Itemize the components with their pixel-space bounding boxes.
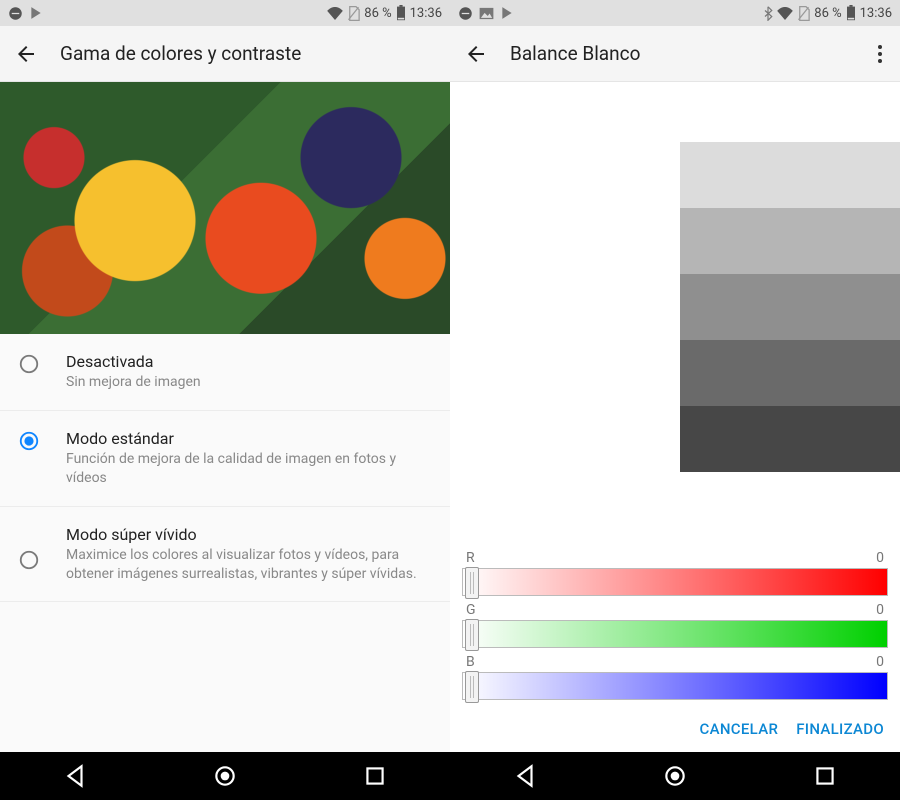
status-bar: 86 % 13:36 [450,0,900,26]
toolbar: Gama de colores y contraste [0,26,450,82]
slider-value-r: 0 [876,550,884,566]
battery-percent: 86 % [364,6,391,21]
nav-recent-button[interactable] [812,763,838,789]
slider-thumb-g[interactable] [465,619,479,651]
option-super-vivid[interactable]: Modo súper vívido Maximice los colores a… [0,507,450,603]
toolbar: Balance Blanco [450,26,900,82]
slider-g: G 0 [462,602,888,648]
option-title: Modo súper vívido [66,525,432,544]
back-button[interactable] [464,42,488,66]
option-subtitle: Función de mejora de la calidad de image… [66,450,432,488]
slider-thumb-b[interactable] [465,671,479,703]
dialog-actions: CANCELAR FINALIZADO [450,706,900,752]
page-title: Balance Blanco [510,42,868,65]
slider-value-g: 0 [876,602,884,618]
color-mode-list: Desactivada Sin mejora de imagen Modo es… [0,334,450,752]
bluetooth-icon [763,6,773,21]
radio-icon [18,549,40,571]
no-sim-icon [797,6,810,21]
clock: 13:36 [410,6,442,21]
navigation-bar [450,752,900,800]
image-icon [479,7,494,20]
slider-r: R 0 [462,550,888,596]
no-sim-icon [347,6,360,21]
radio-icon-selected [18,430,40,452]
slider-track-r[interactable] [462,568,888,596]
battery-icon [396,5,406,21]
option-subtitle: Maximice los colores al visualizar fotos… [66,546,432,584]
page-title: Gama de colores y contraste [60,42,442,65]
done-button[interactable]: FINALIZADO [796,720,884,738]
dnd-icon [8,6,23,21]
slider-thumb-r[interactable] [465,567,479,599]
slider-track-g[interactable] [462,620,888,648]
slider-label-g: G [466,602,476,618]
grayscale-steps [680,142,900,472]
slider-b: B 0 [462,654,888,700]
slider-label-b: B [466,654,475,670]
nav-recent-button[interactable] [362,763,388,789]
nav-back-button[interactable] [62,763,88,789]
option-subtitle: Sin mejora de imagen [66,373,432,392]
nav-home-button[interactable] [212,763,238,789]
nav-home-button[interactable] [662,763,688,789]
slider-label-r: R [466,550,475,566]
play-store-icon [29,6,43,20]
slider-track-b[interactable] [462,672,888,700]
status-bar: 86 % 13:36 [0,0,450,26]
battery-icon [846,5,856,21]
option-title: Modo estándar [66,429,432,448]
wifi-icon [777,7,793,20]
white-balance-preview [450,82,900,546]
rgb-sliders: R 0 G 0 B 0 [450,546,900,706]
overflow-menu-button[interactable] [868,42,892,66]
phone-right: 86 % 13:36 Balance Blanco R 0 [450,0,900,800]
nav-back-button[interactable] [512,763,538,789]
clock: 13:36 [860,6,892,21]
preview-image [0,82,450,334]
navigation-bar [0,752,450,800]
slider-value-b: 0 [876,654,884,670]
battery-percent: 86 % [814,6,841,21]
back-button[interactable] [14,42,38,66]
cancel-button[interactable]: CANCELAR [700,720,779,738]
dnd-icon [458,6,473,21]
radio-icon [18,353,40,375]
wifi-icon [327,7,343,20]
option-standard[interactable]: Modo estándar Función de mejora de la ca… [0,411,450,507]
phone-left: 86 % 13:36 Gama de colores y contraste D… [0,0,450,800]
play-store-icon [500,6,514,20]
option-disabled[interactable]: Desactivada Sin mejora de imagen [0,334,450,411]
option-title: Desactivada [66,352,432,371]
